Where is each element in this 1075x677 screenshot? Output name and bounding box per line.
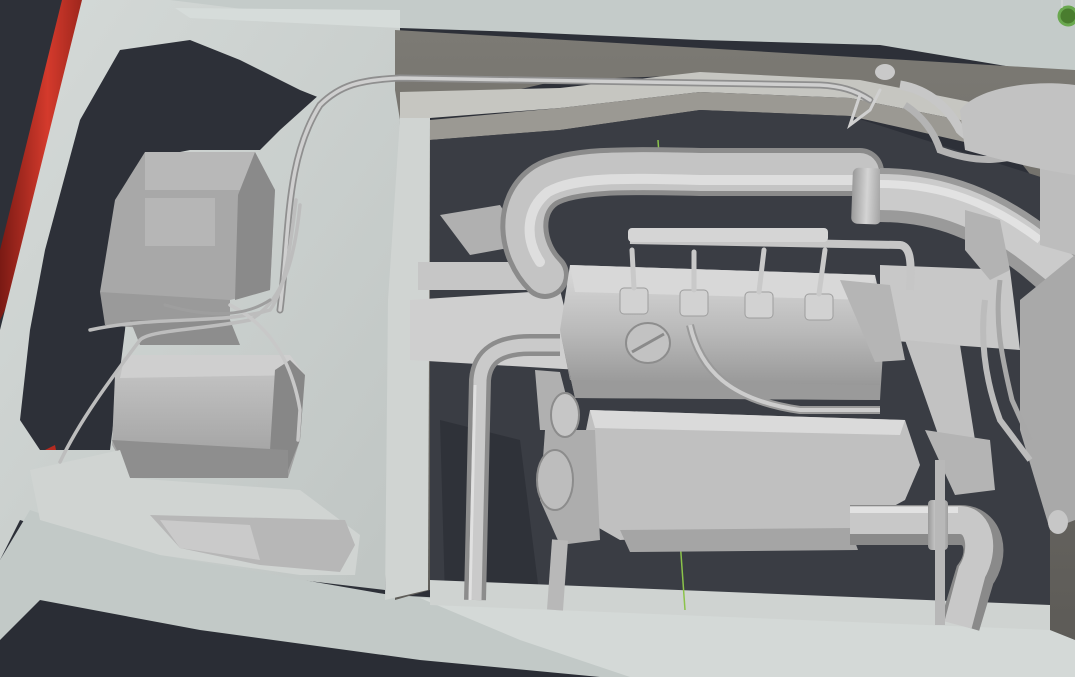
3d-viewport[interactable] [0,0,1075,677]
viewport-canvas[interactable] [0,0,1075,677]
